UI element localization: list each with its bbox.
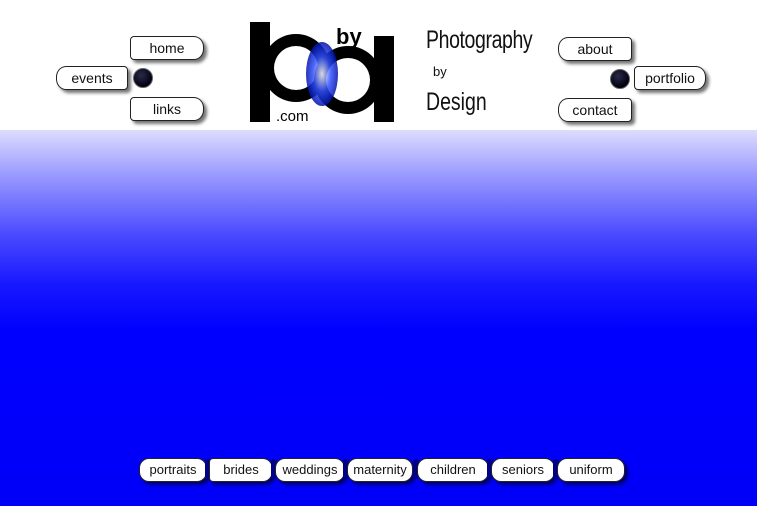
nav-indicator-dot-right	[610, 69, 630, 89]
pbyd-logo: by .com	[250, 22, 394, 124]
brand-line2: by	[433, 64, 447, 79]
gallery-maternity-button[interactable]: maternity	[347, 458, 413, 482]
gallery-uniform-button[interactable]: uniform	[557, 458, 625, 482]
gallery-brides-button[interactable]: brides	[209, 458, 273, 482]
logo-d-stem	[374, 36, 394, 122]
nav-contact-button[interactable]: contact	[558, 98, 632, 122]
gallery-nav: portraits brides weddings maternity chil…	[137, 458, 625, 482]
gallery-seniors-button[interactable]: seniors	[491, 458, 555, 482]
nav-events-button[interactable]: events	[56, 66, 128, 90]
nav-links-button[interactable]: links	[130, 97, 204, 121]
nav-home-button[interactable]: home	[130, 36, 204, 60]
logo-by-text: by	[336, 24, 362, 49]
gallery-weddings-button[interactable]: weddings	[275, 458, 345, 482]
nav-indicator-dot-left	[133, 68, 153, 88]
nav-about-button[interactable]: about	[558, 37, 632, 61]
nav-portfolio-button[interactable]: portfolio	[634, 66, 706, 90]
brand-line3: Design	[426, 88, 487, 116]
logo-dotcom-text: .com	[276, 108, 309, 124]
gallery-portraits-button[interactable]: portraits	[139, 458, 207, 482]
brand-line1: Photography	[426, 26, 533, 54]
gallery-children-button[interactable]: children	[417, 458, 489, 482]
